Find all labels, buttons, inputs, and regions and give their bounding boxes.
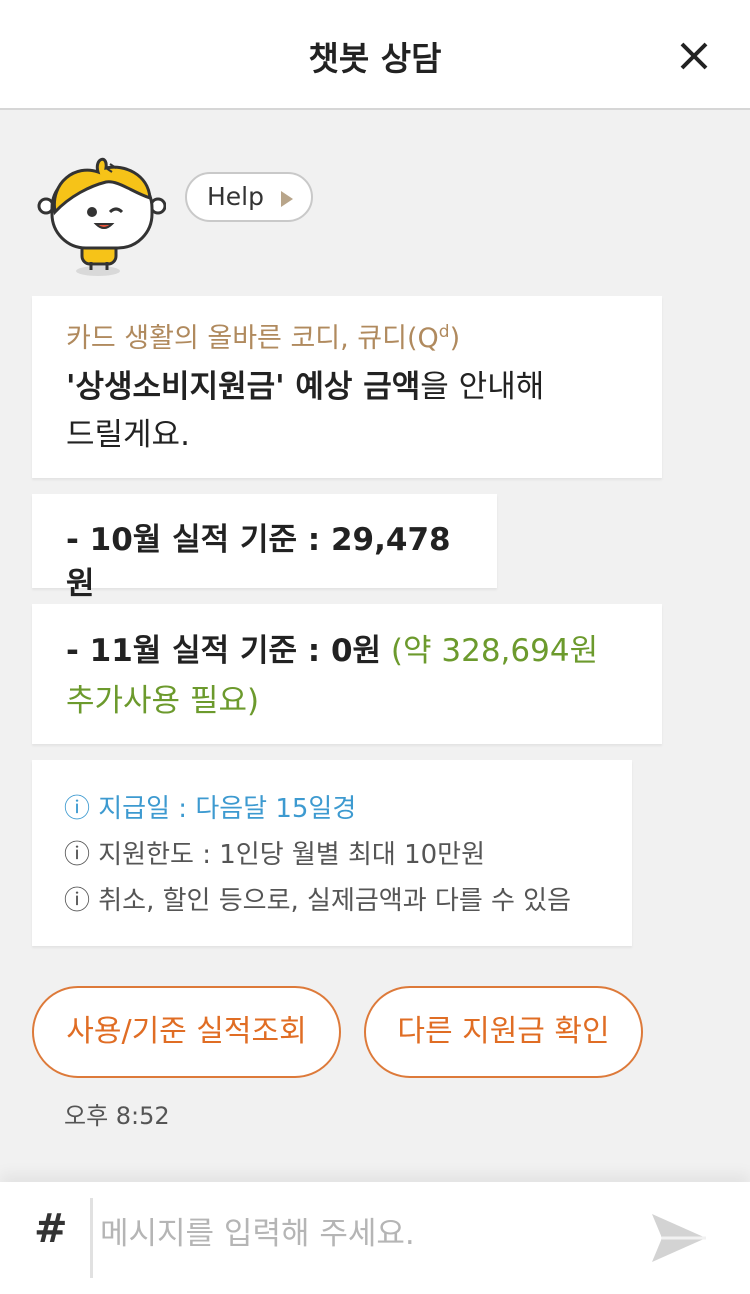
send-icon[interactable] [648, 1208, 710, 1268]
intro-subtitle-text: 카드 생활의 올바른 코디, 큐디(Q [66, 323, 439, 354]
october-amount-bubble: - 10월 실적 기준 : 29,478원 [32, 494, 497, 602]
usage-performance-button[interactable]: 사용/기준 실적조회 [32, 986, 341, 1078]
message-composer: # [0, 1182, 750, 1294]
chatbot-mascot-avatar [37, 157, 166, 276]
october-amount-text: - 10월 실적 기준 : 29,478원 [66, 522, 451, 602]
november-extra-needed: (약 328,694원 [381, 633, 599, 669]
november-amount-text: - 11월 실적 기준 : 0원 (약 328,694원 [66, 626, 628, 676]
play-triangle-icon [281, 191, 293, 207]
info-support-limit: ⓘ 지원한도 : 1인당 월별 최대 10만원 [64, 840, 486, 870]
november-amount-bold: - 11월 실적 기준 : 0원 [66, 633, 382, 669]
chat-header: 챗봇 상담 [0, 0, 750, 110]
intro-message-text: '상생소비지원금' 예상 금액을 안내해드릴게요. [66, 363, 628, 459]
intro-subtitle: 카드 생활의 올바른 코디, 큐디(Qd) [66, 312, 628, 359]
page-title: 챗봇 상담 [308, 39, 442, 78]
intro-message-bold: '상생소비지원금' 예상 금액 [66, 369, 421, 405]
help-button-label: Help [207, 182, 264, 211]
composer-divider [90, 1198, 93, 1278]
november-amount-bubble: - 11월 실적 기준 : 0원 (약 328,694원 추가사용 필요) [32, 604, 662, 744]
info-notice-bubble: ⓘ 지급일 : 다음달 15일경 ⓘ 지원한도 : 1인당 월별 최대 10만원… [32, 760, 632, 946]
other-subsidy-button[interactable]: 다른 지원금 확인 [364, 986, 643, 1078]
info-pay-date: ⓘ 지급일 : 다음달 15일경 [64, 794, 357, 824]
intro-subtitle-tail: ) [449, 323, 461, 354]
info-may-differ: ⓘ 취소, 할인 등으로, 실제금액과 다를 수 있음 [64, 886, 572, 916]
intro-message-rest: 을 안내해 [420, 369, 545, 405]
november-extra-needed-line2: 추가사용 필요) [66, 683, 260, 719]
close-icon[interactable] [674, 36, 714, 76]
message-input[interactable] [100, 1204, 630, 1264]
intro-message-line2: 드릴게요. [66, 417, 190, 453]
intro-subtitle-sup: d [438, 322, 450, 342]
hashtag-button[interactable]: # [34, 1206, 68, 1252]
message-timestamp: 오후 8:52 [64, 1102, 170, 1130]
help-button[interactable]: Help [185, 172, 313, 222]
intro-message-bubble: 카드 생활의 올바른 코디, 큐디(Qd) '상생소비지원금' 예상 금액을 안… [32, 296, 662, 478]
